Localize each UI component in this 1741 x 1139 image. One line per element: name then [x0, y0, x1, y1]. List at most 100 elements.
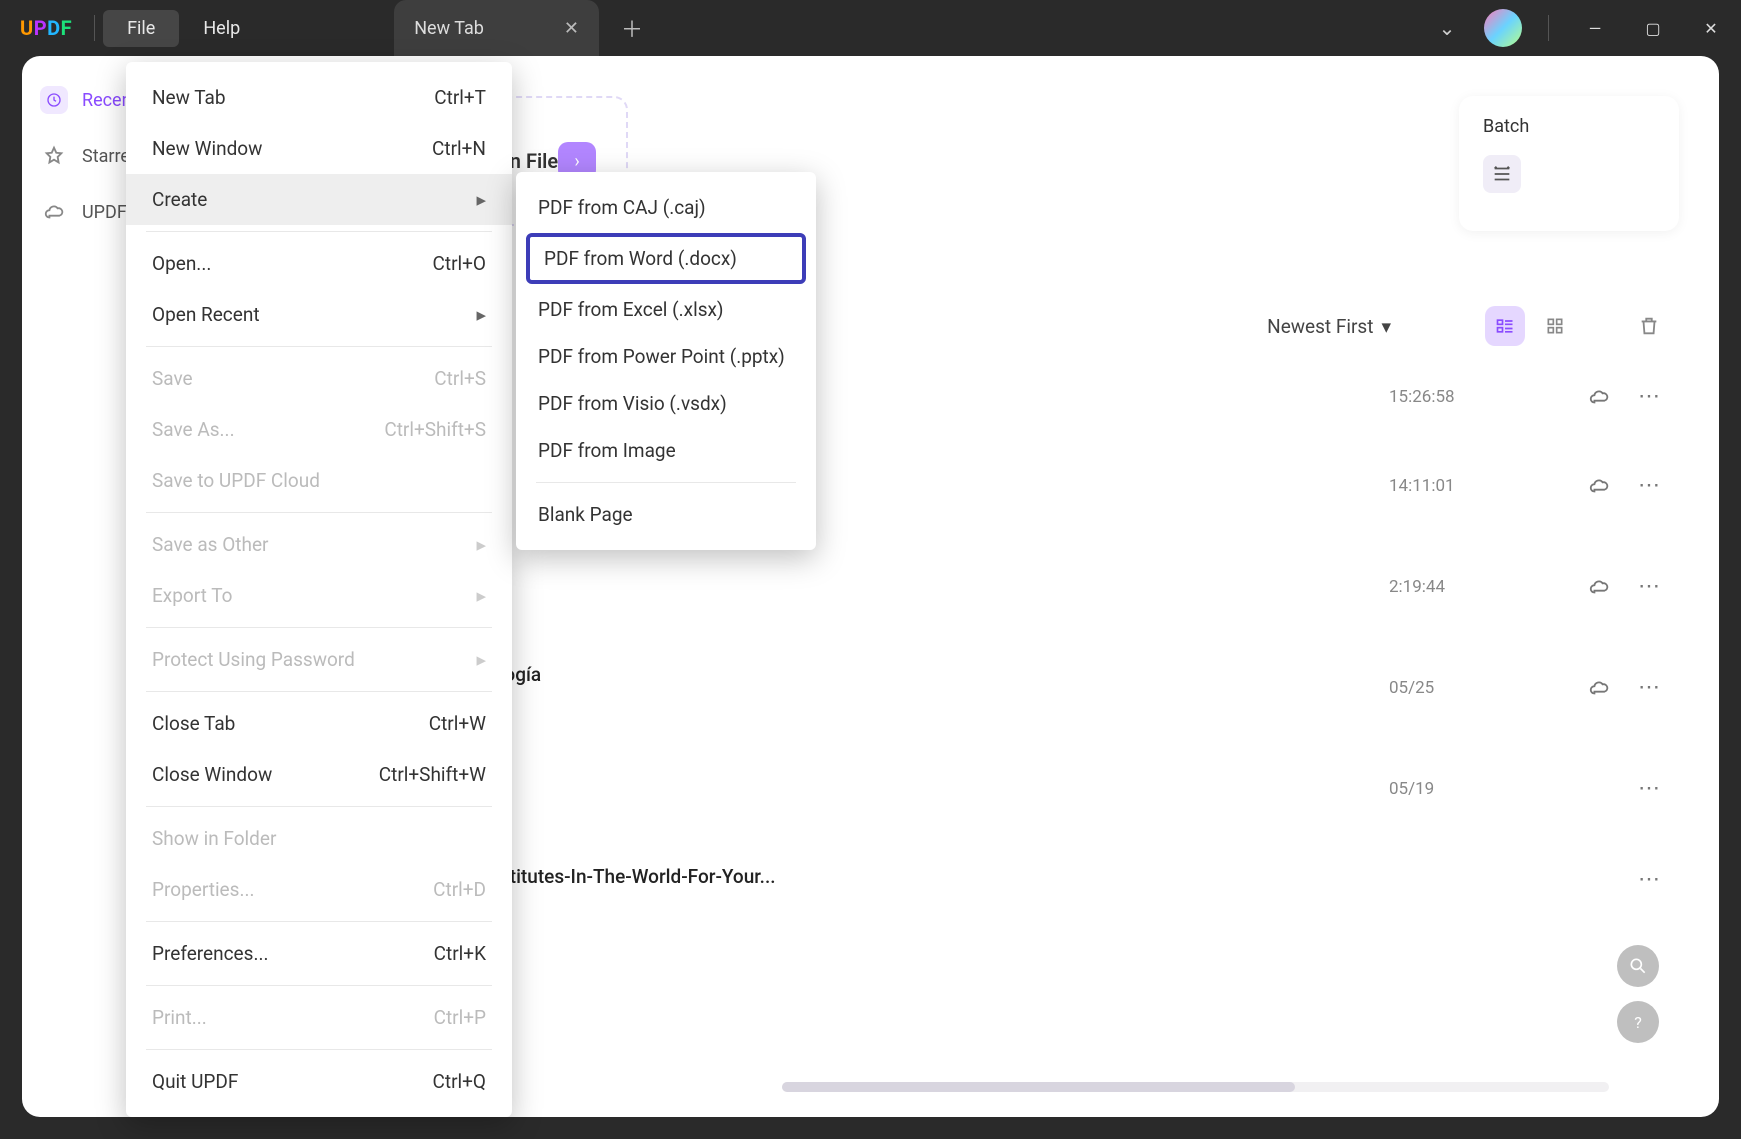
menu-separator	[536, 482, 796, 483]
menu-item-label: Open...	[152, 252, 211, 275]
more-icon[interactable]: ⋯	[1629, 384, 1669, 409]
view-list-button[interactable]	[1485, 306, 1525, 346]
submenu-item-blank-page[interactable]: Blank Page	[516, 491, 816, 538]
menu-item-new-window[interactable]: New WindowCtrl+N	[126, 123, 512, 174]
menu-item-accel: Ctrl+N	[432, 137, 486, 160]
chevron-right-icon: ▸	[476, 584, 486, 607]
menu-item-print: Print...Ctrl+P	[126, 992, 512, 1043]
more-icon[interactable]: ⋯	[1629, 867, 1669, 892]
search-fab[interactable]	[1617, 945, 1659, 987]
close-button[interactable]: ✕	[1691, 8, 1731, 48]
more-icon[interactable]: ⋯	[1629, 675, 1669, 700]
menu-item-save-as: Save As...Ctrl+Shift+S	[126, 404, 512, 455]
menu-separator	[146, 806, 492, 807]
close-tab-icon[interactable]: ✕	[564, 18, 579, 39]
menu-item-open[interactable]: Open... Ctrl+O	[126, 238, 512, 289]
file-time: 05/19	[1389, 779, 1569, 799]
menu-item-label: Properties...	[152, 878, 254, 901]
clock-icon	[40, 86, 68, 114]
file-time: 05/25	[1389, 678, 1569, 698]
tab-new[interactable]: New Tab ✕	[394, 0, 599, 56]
separator	[94, 15, 95, 41]
menu-item-label: Save to UPDF Cloud	[152, 469, 320, 492]
submenu-item-pdf-from-visio-vsdx[interactable]: PDF from Visio (.vsdx)	[516, 380, 816, 427]
menu-item-label: Protect Using Password	[152, 648, 355, 671]
cloud-icon	[40, 198, 68, 226]
menu-file[interactable]: File	[103, 10, 179, 47]
chevron-down-icon[interactable]: ⌄	[1428, 9, 1466, 47]
menu-item-close-window[interactable]: Close Window Ctrl+Shift+W	[126, 749, 512, 800]
menu-item-open-recent[interactable]: Open Recent ▸	[126, 289, 512, 340]
menu-item-accel: Ctrl+D	[433, 878, 486, 901]
avatar[interactable]	[1484, 9, 1522, 47]
menu-item-accel: Ctrl+W	[429, 712, 486, 735]
menu-item-save-as-other: Save as Other ▸	[126, 519, 512, 570]
more-icon[interactable]: ⋯	[1629, 776, 1669, 801]
menu-item-label: Export To	[152, 584, 232, 607]
cloud-icon[interactable]	[1569, 386, 1629, 408]
menu-item-label: Create	[152, 188, 207, 211]
scrollbar-thumb[interactable]	[782, 1082, 1295, 1092]
menu-item-protect-using-password: Protect Using Password ▸	[126, 634, 512, 685]
menu-item-label: Preferences...	[152, 942, 268, 965]
menu-item-create[interactable]: Create ▸	[126, 174, 512, 225]
menu-separator	[146, 921, 492, 922]
menu-item-accel: Ctrl+T	[434, 86, 486, 109]
menu-item-accel: Ctrl+Shift+S	[384, 418, 486, 441]
menu-separator	[146, 346, 492, 347]
submenu-item-pdf-from-image[interactable]: PDF from Image	[516, 427, 816, 474]
menu-item-quit-updf[interactable]: Quit UPDFCtrl+Q	[126, 1056, 512, 1107]
menu-item-new-tab[interactable]: New Tab Ctrl+T	[126, 72, 512, 123]
menu-item-label: Close Tab	[152, 712, 235, 735]
submenu-item-pdf-from-power-point-pptx[interactable]: PDF from Power Point (.pptx)	[516, 333, 816, 380]
submenu-item-pdf-from-caj-caj[interactable]: PDF from CAJ (.caj)	[516, 184, 816, 231]
menu-item-close-tab[interactable]: Close Tab Ctrl+W	[126, 698, 512, 749]
menu-help[interactable]: Help	[179, 10, 264, 47]
trash-button[interactable]	[1629, 306, 1669, 346]
menu-item-preferences[interactable]: Preferences... Ctrl+K	[126, 928, 512, 979]
batch-card[interactable]: Batch	[1459, 96, 1679, 231]
titlebar-right: ⌄ ― ▢ ✕	[1428, 8, 1731, 48]
cloud-icon[interactable]	[1569, 576, 1629, 598]
menu-item-show-in-folder: Show in Folder	[126, 813, 512, 864]
menu-item-label: Show in Folder	[152, 827, 276, 850]
menu-item-accel: Ctrl+Shift+W	[379, 763, 486, 786]
file-time: 15:26:58	[1389, 387, 1569, 407]
menu-item-label: Open Recent	[152, 303, 260, 326]
app-logo: UPDF	[10, 16, 86, 40]
menu-item-label: New Tab	[152, 86, 226, 109]
create-submenu: PDF from CAJ (.caj)PDF from Word (.docx)…	[516, 172, 816, 550]
menu-item-label: Save as Other	[152, 533, 268, 556]
cloud-icon[interactable]	[1569, 475, 1629, 497]
minimize-button[interactable]: ―	[1575, 8, 1615, 48]
submenu-item-pdf-from-word-docx[interactable]: PDF from Word (.docx)	[526, 233, 806, 284]
scrollbar-horizontal[interactable]	[782, 1082, 1609, 1092]
maximize-button[interactable]: ▢	[1633, 8, 1673, 48]
menu-separator	[146, 627, 492, 628]
menu-item-save: SaveCtrl+S	[126, 353, 512, 404]
cloud-icon[interactable]	[1569, 677, 1629, 699]
chevron-right-icon: ▸	[476, 533, 486, 556]
more-icon[interactable]: ⋯	[1629, 574, 1669, 599]
batch-title: Batch	[1483, 116, 1655, 137]
menu-item-accel: Ctrl+O	[433, 252, 487, 275]
view-grid-button[interactable]	[1535, 306, 1575, 346]
chevron-right-icon: ▸	[476, 648, 486, 671]
tab-label: New Tab	[414, 18, 484, 39]
menu-separator	[146, 985, 492, 986]
menu-separator	[146, 512, 492, 513]
menu-item-label: Close Window	[152, 763, 272, 786]
chevron-right-icon: ▸	[476, 303, 486, 326]
more-icon[interactable]: ⋯	[1629, 473, 1669, 498]
sort-button[interactable]: Newest First ▾	[1267, 315, 1391, 338]
new-tab-button[interactable]: ＋	[621, 12, 643, 44]
chevron-right-icon: ▸	[476, 188, 486, 211]
menu-item-accel: Ctrl+K	[434, 942, 486, 965]
menu-item-accel: Ctrl+Q	[433, 1070, 487, 1093]
help-fab[interactable]: ?	[1617, 1001, 1659, 1043]
menu-item-accel: Ctrl+P	[434, 1006, 486, 1029]
submenu-item-pdf-from-excel-xlsx[interactable]: PDF from Excel (.xlsx)	[516, 286, 816, 333]
menu-item-accel: Ctrl+S	[434, 367, 486, 390]
view-toggle	[1485, 306, 1575, 346]
file-time: 14:11:01	[1389, 476, 1569, 496]
